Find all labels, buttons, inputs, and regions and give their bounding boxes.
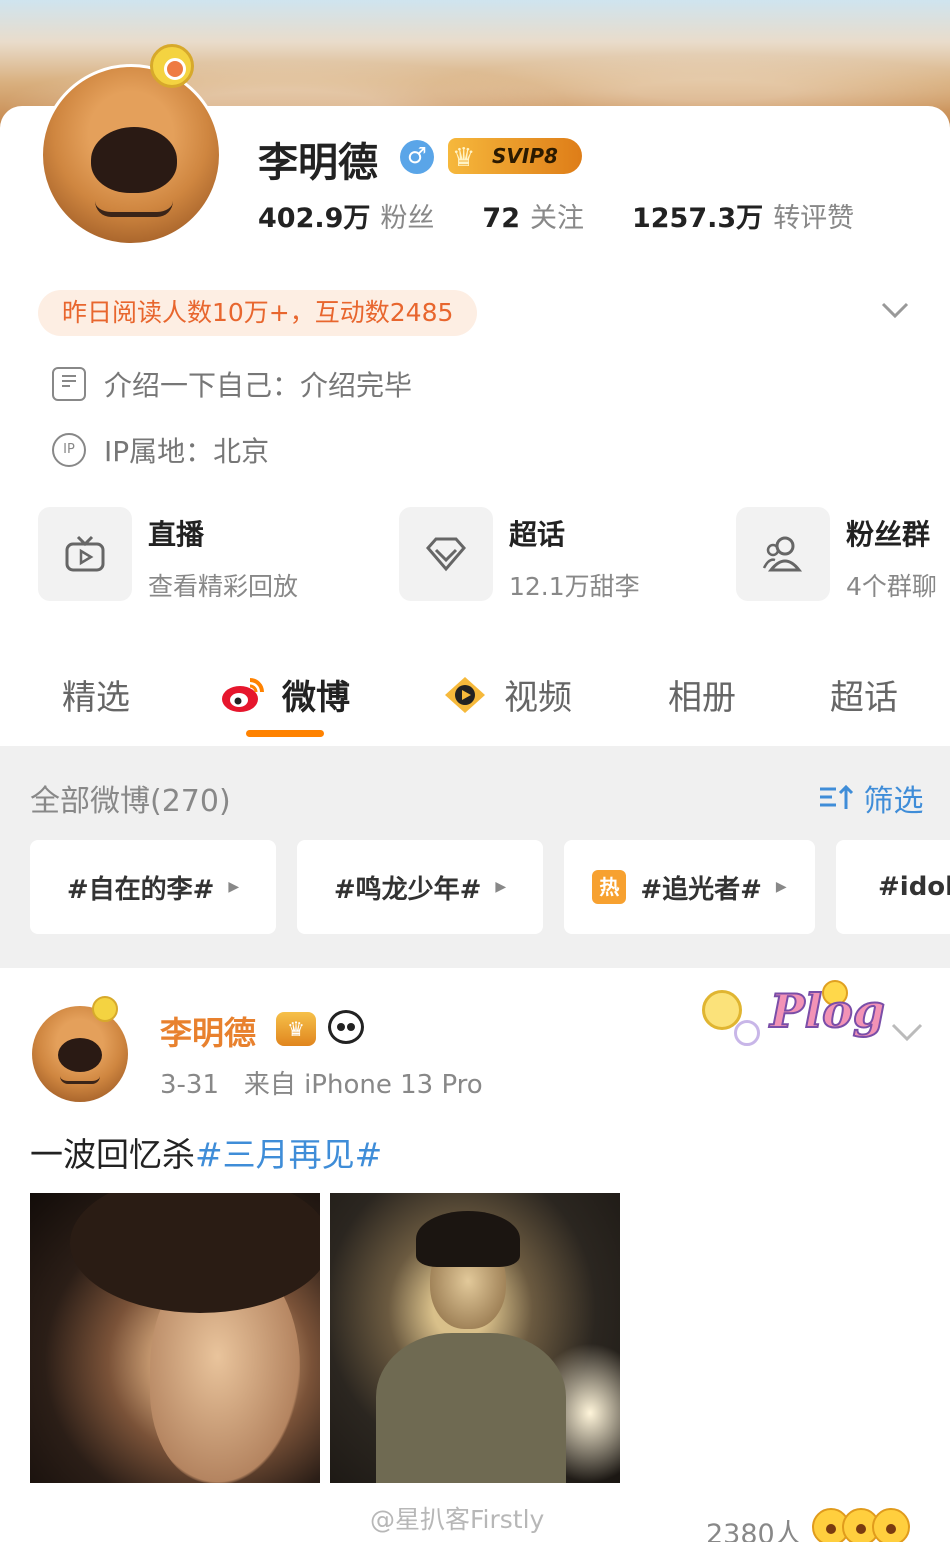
feature-supertopic[interactable]: 超话 12.1万甜李 [399, 507, 640, 601]
post-author-name[interactable]: 李明德 [160, 1008, 256, 1054]
following-label: 关注 [529, 203, 584, 234]
topic-chip[interactable]: 热 #追光者# ▶ [564, 840, 815, 934]
diamond-icon [399, 507, 493, 601]
group-icon [736, 507, 830, 601]
photo-hair [416, 1211, 520, 1267]
profile-avatar[interactable] [40, 64, 222, 246]
tab-video[interactable]: 视频 [442, 670, 572, 719]
intro-row: 介绍一下自己：介绍完毕 [52, 364, 412, 404]
topic-chip-text: #鸣龙少年# [333, 874, 482, 905]
male-gender-icon: ♂ [400, 140, 434, 174]
post-source: 来自 iPhone 13 Pro [243, 1070, 483, 1100]
topic-chip-text: #idol [878, 872, 950, 902]
topic-chip-text: #自在的李# [66, 874, 215, 905]
photo-body [376, 1333, 566, 1483]
post-author-avatar[interactable] [32, 1006, 128, 1102]
topic-chip-text: #追光者# [640, 874, 762, 905]
ip-row: IP IP属地：北京 [52, 430, 269, 470]
sort-filter-icon [818, 784, 864, 819]
filter-button[interactable]: 筛选 [818, 776, 924, 820]
profile-stats: 402.9万 粉丝 72 关注 1257.3万 转评赞 [258, 196, 902, 235]
post-hashtag-link[interactable]: #三月再见# [195, 1135, 382, 1174]
avatar-mouth [60, 1076, 100, 1084]
all-weibo-count[interactable]: 全部微博(270) [30, 776, 231, 820]
post-date: 3-31 [160, 1070, 220, 1100]
post-text: 一波回忆杀#三月再见# [30, 1128, 382, 1176]
watermark: @星扒客Firstly [370, 1505, 545, 1534]
post-menu-chevron-icon[interactable] [890, 1016, 924, 1051]
followers-count: 402.9万 [258, 203, 371, 234]
intro-text: 介绍一下自己：介绍完毕 [104, 369, 413, 402]
svip-label: SVIP8 [492, 144, 558, 168]
active-tab-indicator [246, 730, 324, 737]
engagement-label: 转评赞 [773, 203, 855, 234]
feature-fan-group-subtitle: 4个群聊 [846, 572, 937, 601]
avatar-pendant-icon [150, 44, 194, 88]
video-channel-icon [442, 675, 488, 715]
avatar-pendant-icon [92, 996, 118, 1022]
flower-icon [734, 1020, 760, 1046]
caret-right-icon: ▶ [775, 879, 787, 895]
engagement-stat[interactable]: 1257.3万 转评赞 [632, 196, 854, 235]
avatar-mouth [95, 201, 173, 217]
feature-supertopic-subtitle: 12.1万甜李 [509, 572, 640, 601]
caret-right-icon: ▶ [228, 879, 240, 895]
document-icon [52, 367, 86, 401]
avatar-nose [58, 1038, 102, 1072]
weibo-logo-icon [220, 675, 266, 715]
followers-stat[interactable]: 402.9万 粉丝 [258, 196, 434, 235]
chevron-down-icon[interactable] [880, 300, 910, 320]
avatar-nose [91, 127, 177, 193]
engagement-count: 1257.3万 [631, 203, 764, 234]
tab-supertopic-label: 超话 [830, 678, 898, 718]
feature-live-subtitle: 查看精彩回放 [148, 572, 299, 601]
tab-album-label: 相册 [668, 678, 736, 718]
caret-right-icon: ▶ [495, 879, 507, 895]
feature-fan-group-title: 粉丝群 [846, 518, 931, 551]
tab-weibo-label: 微博 [282, 678, 350, 718]
topic-chip[interactable]: #自在的李# ▶ [30, 840, 276, 934]
tab-weibo[interactable]: 微博 [220, 670, 350, 719]
hot-badge: 热 [592, 870, 627, 904]
laugh-emoji-icon [872, 1508, 910, 1542]
reaction-emojis[interactable] [812, 1508, 910, 1542]
following-count: 72 [482, 203, 520, 234]
svip-badge[interactable]: ♛ SVIP8 [448, 138, 582, 174]
ip-location-icon: IP [52, 433, 86, 467]
post-photo[interactable] [330, 1193, 620, 1483]
feature-live[interactable]: 直播 查看精彩回放 [38, 507, 298, 601]
topic-chip[interactable]: #鸣龙少年# ▶ [297, 840, 543, 934]
feature-supertopic-title: 超话 [509, 518, 566, 551]
tab-video-label: 视频 [504, 678, 572, 718]
crown-icon: ♛ [452, 143, 476, 173]
tab-supertopic[interactable]: 超话 [830, 670, 898, 719]
feed-filter-area: 全部微博(270) 筛选 #自在的李# ▶ #鸣龙少年# ▶ 热 #追光者# ▶… [0, 746, 950, 968]
post-photo[interactable] [30, 1193, 320, 1483]
followers-label: 粉丝 [380, 203, 435, 234]
photo-hair [70, 1193, 320, 1313]
following-stat[interactable]: 72 关注 [482, 196, 584, 235]
profile-tabs: 精选 微博 视频 相册 超话 [0, 660, 950, 748]
reactions-count[interactable]: 2380人 [706, 1512, 802, 1542]
plog-sticker: Plog [698, 980, 886, 1060]
post-text-body: 一波回忆杀 [30, 1135, 195, 1174]
tab-featured-label: 精选 [62, 678, 130, 718]
plog-text: Plog [769, 983, 886, 1039]
post-meta: 3-31 来自 iPhone 13 Pro [160, 1064, 483, 1101]
vip-crown-icon: ♛ [276, 1012, 316, 1046]
feature-fan-group[interactable]: 粉丝群 4个群聊 [736, 507, 937, 601]
topic-chip[interactable]: #idol [836, 840, 950, 934]
filter-label: 筛选 [863, 784, 924, 819]
tab-featured[interactable]: 精选 [62, 670, 130, 719]
read-summary-pill[interactable]: 昨日阅读人数10万+，互动数2485 [38, 290, 478, 336]
panda-icon [328, 1010, 364, 1044]
tab-album[interactable]: 相册 [668, 670, 736, 719]
profile-name: 李明德 [258, 140, 378, 186]
feature-live-title: 直播 [148, 518, 205, 551]
ip-text: IP属地：北京 [104, 435, 270, 468]
tv-icon [38, 507, 132, 601]
